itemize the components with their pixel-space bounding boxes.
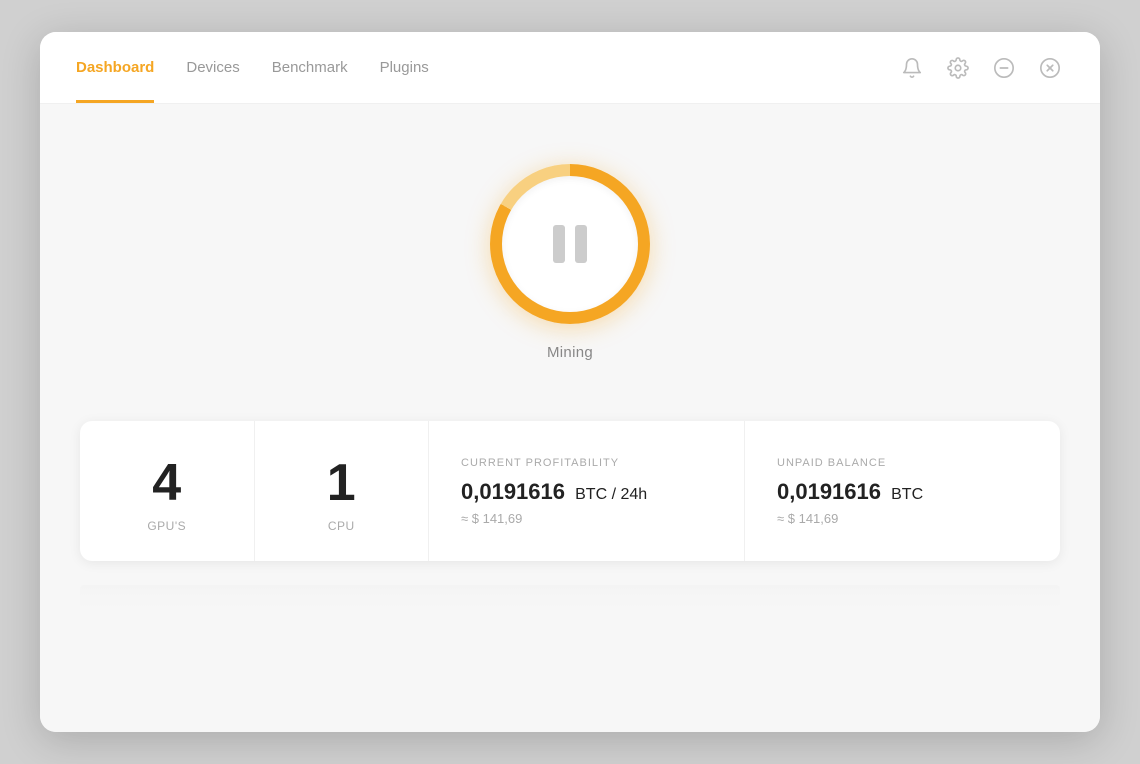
balance-title: UNPAID BALANCE <box>777 457 886 469</box>
balance-approx: ≈ $ 141,69 <box>777 511 838 526</box>
pause-bar-right <box>575 225 587 263</box>
balance-value: 0,0191616 BTC <box>777 479 923 505</box>
profitability-card: CURRENT PROFITABILITY 0,0191616 BTC / 24… <box>429 421 745 561</box>
pause-icon <box>553 225 587 263</box>
cpu-stat-card: 1 CPU <box>255 421 430 561</box>
cpu-label: CPU <box>328 519 355 533</box>
profitability-value: 0,0191616 BTC / 24h <box>461 479 647 505</box>
tab-devices[interactable]: Devices <box>186 32 239 103</box>
gpu-label: GPU'S <box>147 519 186 533</box>
close-icon[interactable] <box>1036 54 1064 82</box>
mining-status-label: Mining <box>547 344 593 361</box>
bell-icon[interactable] <box>898 54 926 82</box>
tab-benchmark[interactable]: Benchmark <box>272 32 348 103</box>
bottom-hint <box>80 585 1060 609</box>
header: Dashboard Devices Benchmark Plugins <box>40 32 1100 104</box>
pause-bar-left <box>553 225 565 263</box>
profitability-approx: ≈ $ 141,69 <box>461 511 522 526</box>
gpu-stat-card: 4 GPU'S <box>80 421 255 561</box>
gpu-count: 4 <box>152 457 181 509</box>
minimize-icon[interactable] <box>990 54 1018 82</box>
profitability-title: CURRENT PROFITABILITY <box>461 457 619 469</box>
balance-card: UNPAID BALANCE 0,0191616 BTC ≈ $ 141,69 <box>745 421 1060 561</box>
pause-inner <box>502 176 638 312</box>
tab-dashboard[interactable]: Dashboard <box>76 32 154 103</box>
tab-plugins[interactable]: Plugins <box>380 32 429 103</box>
settings-icon[interactable] <box>944 54 972 82</box>
pause-button[interactable] <box>490 164 650 324</box>
main-content: Mining 4 GPU'S 1 CPU CURRENT PROFITABILI… <box>40 104 1100 732</box>
app-window: Dashboard Devices Benchmark Plugins <box>40 32 1100 732</box>
header-actions <box>898 54 1064 82</box>
cpu-count: 1 <box>327 457 356 509</box>
mining-section: Mining <box>490 164 650 361</box>
nav-tabs: Dashboard Devices Benchmark Plugins <box>76 32 429 103</box>
stats-row: 4 GPU'S 1 CPU CURRENT PROFITABILITY 0,01… <box>80 421 1060 561</box>
